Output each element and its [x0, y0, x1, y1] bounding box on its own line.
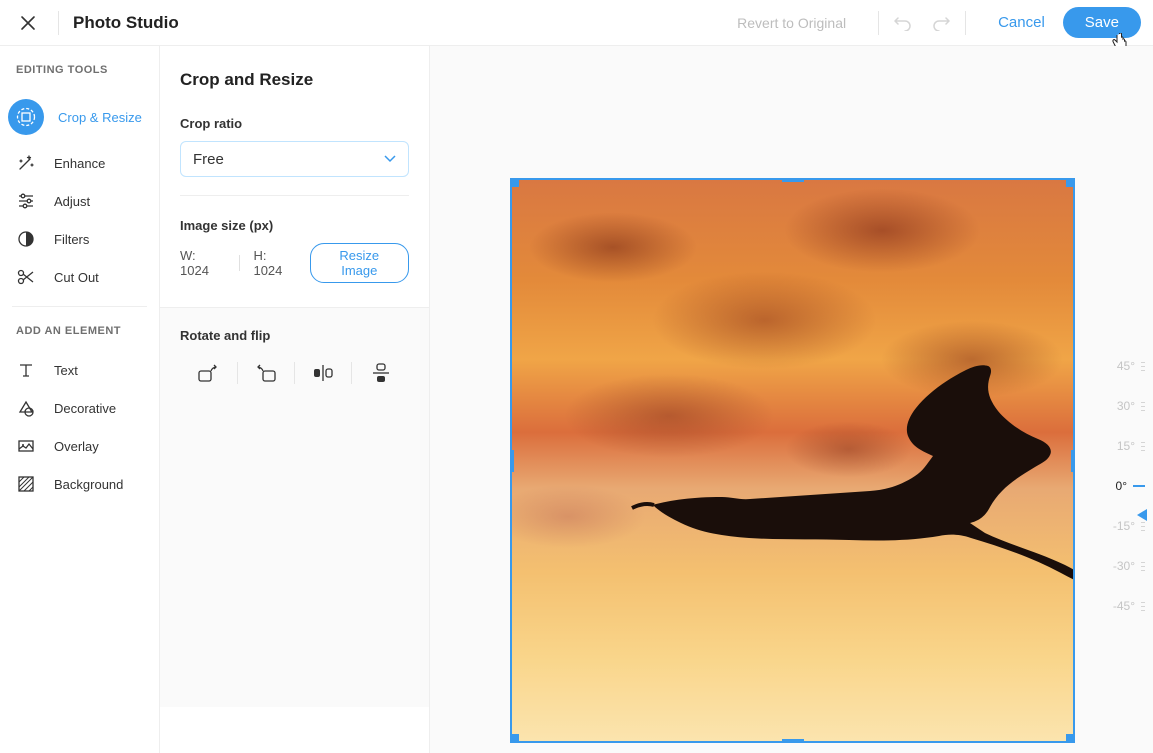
sliders-icon — [16, 191, 36, 211]
save-button[interactable]: Save — [1063, 7, 1141, 38]
rotation-scale[interactable]: 45° 30° 15° 0° -15° -30° -45° — [1090, 346, 1145, 626]
wand-icon — [16, 153, 36, 173]
rotation-indicator-icon — [1137, 509, 1147, 521]
canvas-area: 45° 30° 15° 0° -15° -30° -45° — [430, 46, 1153, 753]
rotate-ccw-button[interactable] — [237, 359, 294, 387]
properties-panel: Crop and Resize Crop ratio Free Image si… — [160, 46, 430, 753]
element-label: Background — [54, 477, 123, 492]
rotation-tick: 30° — [1117, 399, 1135, 413]
flip-vertical-icon — [372, 362, 390, 384]
crop-handle-bottom-left[interactable] — [510, 734, 519, 743]
element-text[interactable]: Text — [0, 351, 159, 389]
crop-handle-right[interactable] — [1071, 450, 1075, 472]
section-label-elements: ADD AN ELEMENT — [0, 325, 159, 351]
element-label: Text — [54, 363, 78, 378]
tool-label: Adjust — [54, 194, 90, 209]
rotate-cw-icon — [197, 363, 219, 383]
rotate-flip-label: Rotate and flip — [180, 328, 409, 343]
redo-button[interactable] — [931, 13, 951, 33]
crop-handle-top[interactable] — [782, 178, 804, 182]
tool-adjust[interactable]: Adjust — [0, 182, 159, 220]
decorative-icon — [16, 398, 36, 418]
rotation-tick: -45° — [1113, 599, 1135, 613]
rotation-tick: -30° — [1113, 559, 1135, 573]
app-title: Photo Studio — [73, 13, 179, 33]
background-icon — [16, 474, 36, 494]
tool-label: Enhance — [54, 156, 105, 171]
drop-icon — [16, 229, 36, 249]
crop-icon — [16, 107, 36, 127]
width-display: W: 1024 — [180, 248, 225, 278]
crop-ratio-select[interactable]: Free — [180, 141, 409, 177]
divider — [965, 11, 966, 35]
element-decorative[interactable]: Decorative — [0, 389, 159, 427]
height-display: H: 1024 — [253, 248, 295, 278]
element-label: Decorative — [54, 401, 116, 416]
rotation-tick-active: 0° — [1116, 479, 1127, 493]
revert-button[interactable]: Revert to Original — [737, 15, 846, 31]
image-content — [622, 360, 1075, 580]
element-background[interactable]: Background — [0, 465, 159, 503]
undo-button[interactable] — [893, 13, 913, 33]
rotation-tick: 15° — [1117, 439, 1135, 453]
divider — [180, 195, 409, 196]
crop-handle-top-left[interactable] — [510, 178, 519, 187]
save-label: Save — [1085, 14, 1119, 31]
rotation-tick: 45° — [1117, 359, 1135, 373]
close-icon — [20, 15, 36, 31]
element-label: Overlay — [54, 439, 99, 454]
overlay-icon — [16, 436, 36, 456]
tool-cut-out[interactable]: Cut Out — [0, 258, 159, 296]
divider — [58, 11, 59, 35]
crop-handle-left[interactable] — [510, 450, 514, 472]
crop-ratio-label: Crop ratio — [180, 116, 409, 131]
crop-ratio-value: Free — [193, 151, 224, 168]
redo-icon — [932, 15, 950, 31]
section-label-tools: EDITING TOOLS — [0, 64, 159, 90]
tool-label: Cut Out — [54, 270, 99, 285]
element-overlay[interactable]: Overlay — [0, 427, 159, 465]
sidebar: EDITING TOOLS Crop & Resize Enhance Adju… — [0, 46, 160, 753]
text-icon — [16, 360, 36, 380]
crop-handle-top-right[interactable] — [1066, 178, 1075, 187]
image-crop-area[interactable] — [510, 178, 1075, 743]
panel-title: Crop and Resize — [180, 70, 409, 90]
divider — [239, 255, 240, 271]
crop-handle-bottom-right[interactable] — [1066, 734, 1075, 743]
crop-handle-bottom[interactable] — [782, 739, 804, 743]
rotate-ccw-icon — [255, 363, 277, 383]
tool-enhance[interactable]: Enhance — [0, 144, 159, 182]
image-size-label: Image size (px) — [180, 218, 409, 233]
flip-horizontal-icon — [312, 364, 334, 382]
flip-horizontal-button[interactable] — [295, 359, 352, 387]
rotation-tick: -15° — [1113, 519, 1135, 533]
chevron-down-icon — [384, 155, 396, 163]
divider — [12, 306, 147, 307]
divider — [878, 11, 879, 35]
undo-icon — [894, 15, 912, 31]
tool-crop-resize[interactable]: Crop & Resize — [0, 90, 159, 144]
cancel-button[interactable]: Cancel — [998, 14, 1045, 31]
tool-label: Filters — [54, 232, 89, 247]
flip-vertical-button[interactable] — [352, 359, 409, 387]
resize-image-button[interactable]: Resize Image — [310, 243, 409, 283]
tool-filters[interactable]: Filters — [0, 220, 159, 258]
scissors-icon — [16, 267, 36, 287]
rotate-cw-button[interactable] — [180, 359, 237, 387]
tool-label: Crop & Resize — [58, 110, 142, 125]
close-button[interactable] — [12, 7, 44, 39]
